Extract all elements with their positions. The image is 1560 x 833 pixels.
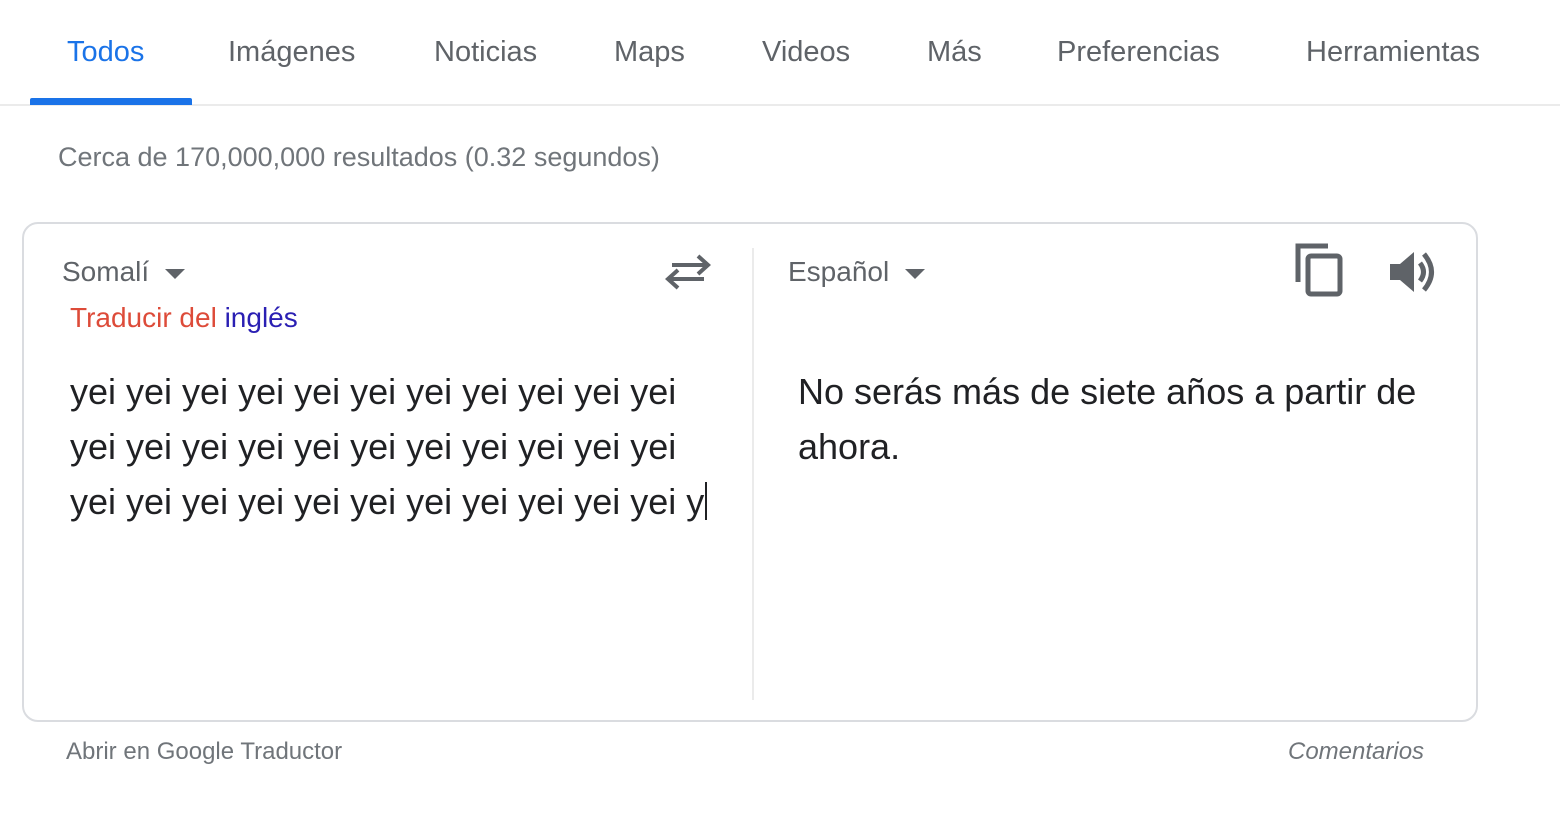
panel-divider: [752, 248, 754, 700]
text-cursor: [705, 482, 708, 520]
chevron-down-icon: [165, 269, 186, 279]
tab-maps[interactable]: Maps: [614, 36, 685, 69]
speaker-icon[interactable]: [1386, 248, 1442, 296]
tab-noticias[interactable]: Noticias: [434, 36, 537, 69]
detect-suggestion: Traducir del inglés: [70, 302, 298, 334]
copy-icon[interactable]: [1292, 240, 1348, 300]
source-language-label: Somalí: [62, 256, 150, 287]
translator-card: Somalí Traducir del inglés yei yei yei y…: [22, 222, 1478, 722]
translation-output: No serás más de siete años a partir de a…: [798, 371, 1417, 467]
tab-videos[interactable]: Videos: [762, 36, 850, 69]
swap-arrows-icon[interactable]: [662, 252, 714, 292]
tab-todos[interactable]: Todos: [67, 36, 144, 69]
tab-imagenes[interactable]: Imágenes: [228, 36, 355, 69]
detect-prefix: Traducir del: [70, 302, 217, 333]
tab-mas[interactable]: Más: [927, 36, 982, 69]
result-stats: Cerca de 170,000,000 resultados (0.32 se…: [58, 142, 660, 172]
feedback-link[interactable]: Comentarios: [1288, 738, 1424, 766]
active-tab-indicator: [30, 98, 192, 105]
tab-herramientas[interactable]: Herramientas: [1306, 36, 1480, 69]
source-text: yei yei yei yei yei yei yei yei yei yei …: [70, 371, 705, 522]
detect-language-link[interactable]: inglés: [225, 302, 298, 333]
chevron-down-icon: [905, 269, 926, 279]
target-language-label: Español: [788, 256, 890, 287]
open-in-translate-link[interactable]: Abrir en Google Traductor: [66, 738, 342, 766]
source-text-input[interactable]: yei yei yei yei yei yei yei yei yei yei …: [70, 364, 730, 529]
source-language-select[interactable]: Somalí: [62, 256, 186, 288]
target-language-select[interactable]: Español: [788, 256, 926, 288]
search-tabs-bar: Todos Imágenes Noticias Maps Videos Más …: [0, 0, 1560, 106]
tab-preferencias[interactable]: Preferencias: [1057, 36, 1220, 69]
